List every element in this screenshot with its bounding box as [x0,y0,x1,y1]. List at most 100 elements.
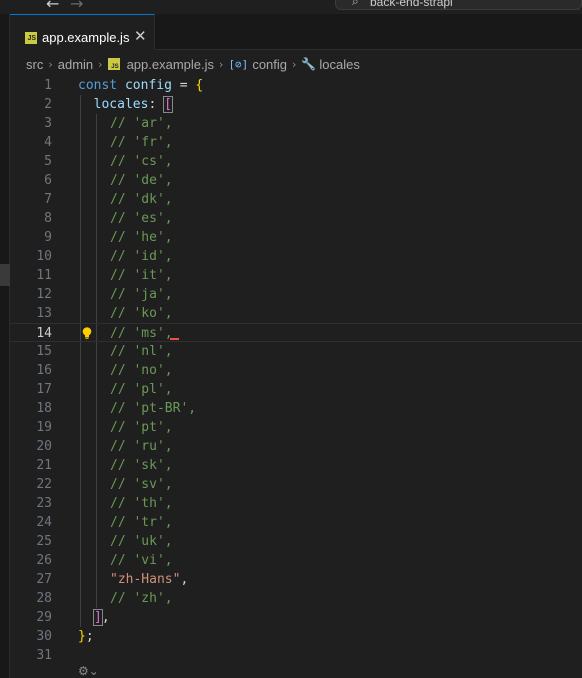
breadcrumb-item-admin[interactable]: admin [58,57,93,72]
lightbulb-icon[interactable] [80,326,94,340]
comment-text[interactable]: // 'pt-BR', [110,399,196,418]
code-line[interactable]: 5 // 'cs', [10,152,582,171]
comment-text[interactable]: // 'uk', [110,532,173,551]
breadcrumb-item-locales[interactable]: locales [319,57,359,72]
comment-text[interactable]: // 'zh', [110,589,173,608]
comment-text[interactable]: // 'no', [110,361,173,380]
code-line[interactable]: 21 // 'sk', [10,456,582,475]
code-line[interactable]: 19 // 'pt', [10,418,582,437]
semicolon-token: ; [85,629,94,644]
comment-text[interactable]: // 'he', [110,228,173,247]
line-number: 16 [36,363,52,378]
back-arrow-icon[interactable]: ← [46,0,59,13]
code-line[interactable]: 10 // 'id', [10,247,582,266]
code-line[interactable]: 29 ], [10,608,582,627]
code-line[interactable]: 25 // 'uk', [10,532,582,551]
code-line[interactable]: 26 // 'vi', [10,551,582,570]
code-line[interactable]: 6 // 'de', [10,171,582,190]
comment-text[interactable]: // 'sv', [110,475,173,494]
code-line[interactable]: 11 // 'it', [10,266,582,285]
comment-text[interactable]: // 'pl', [110,380,173,399]
property-token: locales [93,97,149,112]
code-text[interactable]: const config = { [78,76,203,95]
code-line[interactable]: 12 // 'ja', [10,285,582,304]
brace-token: { [195,78,204,93]
code-line[interactable]: 9 // 'he', [10,228,582,247]
code-line[interactable]: 28 // 'zh', [10,589,582,608]
code-line[interactable]: 20 // 'ru', [10,437,582,456]
comment-text[interactable]: // 'nl', [110,342,173,361]
line-number: 11 [36,268,52,283]
line-number: 12 [36,287,52,302]
code-line[interactable]: 23 // 'th', [10,494,582,513]
comment-text[interactable]: // 'sk', [110,456,173,475]
sash-handle[interactable] [0,264,10,286]
bracket-token: [ [163,96,173,113]
chevron-right-icon: › [98,57,103,71]
code-line-active[interactable]: 14 // 'ms', [10,323,582,342]
code-line[interactable]: 16 // 'no', [10,361,582,380]
title-bar: ← → ⌕ back-end-strapi [0,0,582,14]
comment-text[interactable]: // 'ko', [110,304,173,323]
forward-arrow-icon[interactable]: → [70,0,83,13]
string-token: "zh-Hans" [110,572,181,587]
code-line[interactable]: 13 // 'ko', [10,304,582,323]
code-text[interactable]: ], [93,608,110,627]
comment-text[interactable]: // 'ru', [110,437,173,456]
code-text[interactable]: "zh-Hans", [110,570,188,589]
comment-text[interactable]: // 'tr', [110,513,173,532]
code-line[interactable]: 24 // 'tr', [10,513,582,532]
comment-text[interactable]: // 'it', [110,266,173,285]
line-number: 31 [36,648,52,663]
close-icon[interactable]: ✕ [134,27,147,45]
code-text[interactable]: locales: [ [78,95,173,114]
variable-symbol-icon: [⊘] [228,57,249,71]
comment-text[interactable]: // 'es', [110,209,173,228]
tab-bar: JS app.example.js ✕ [10,14,582,50]
code-line[interactable]: 31 [10,646,582,665]
code-editor[interactable]: 1 const config = { 2 locales: [ 3 // 'ar'… [10,76,582,678]
code-line[interactable]: 7 // 'dk', [10,190,582,209]
tab-label[interactable]: app.example.js [42,30,129,45]
code-line[interactable]: 18 // 'pt-BR', [10,399,582,418]
chevron-right-icon: › [292,57,297,71]
code-line[interactable]: 30 }; [10,627,582,646]
comment-text[interactable]: // 'de', [110,171,173,190]
line-number: 29 [36,610,52,625]
breadcrumb-item-src[interactable]: src [26,57,43,72]
code-line[interactable]: 17 // 'pl', [10,380,582,399]
breadcrumb-item-config[interactable]: config [252,57,287,72]
line-number: 14 [36,326,52,341]
code-line[interactable]: 1 const config = { [10,76,582,95]
comment-text[interactable]: // 'id', [110,247,173,266]
line-number: 26 [36,553,52,568]
line-number: 21 [36,458,52,473]
code-line[interactable]: 4 // 'fr', [10,133,582,152]
comment-text[interactable]: // 'ms', [110,324,173,343]
code-line[interactable]: 3 // 'ar', [10,114,582,133]
keyword-token: const [78,78,118,93]
comment-text[interactable]: // 'pt', [110,418,173,437]
comment-text[interactable]: // 'ja', [110,285,173,304]
comment-text[interactable]: // 'vi', [110,551,173,570]
command-center-label[interactable]: back-end-strapi [370,0,453,9]
javascript-file-icon: JS [25,32,37,44]
comment-text[interactable]: // 'th', [110,494,173,513]
gear-icon[interactable]: ⚙⌄ [78,664,99,678]
line-number: 13 [36,306,52,321]
line-number: 24 [36,515,52,530]
tab-app-example-js[interactable]: JS app.example.js ✕ [10,14,155,50]
comment-text[interactable]: // 'cs', [110,152,173,171]
code-text[interactable]: }; [78,627,94,646]
comment-text[interactable]: // 'fr', [110,133,173,152]
code-line[interactable]: 22 // 'sv', [10,475,582,494]
comment-text[interactable]: // 'ar', [110,114,173,133]
breadcrumb-item-file[interactable]: app.example.js [127,57,214,72]
code-line[interactable]: 27 "zh-Hans", [10,570,582,589]
code-line[interactable]: 8 // 'es', [10,209,582,228]
comment-text[interactable]: // 'dk', [110,190,173,209]
line-number: 15 [36,344,52,359]
line-number: 25 [36,534,52,549]
code-line[interactable]: 2 locales: [ [10,95,582,114]
code-line[interactable]: 15 // 'nl', [10,342,582,361]
